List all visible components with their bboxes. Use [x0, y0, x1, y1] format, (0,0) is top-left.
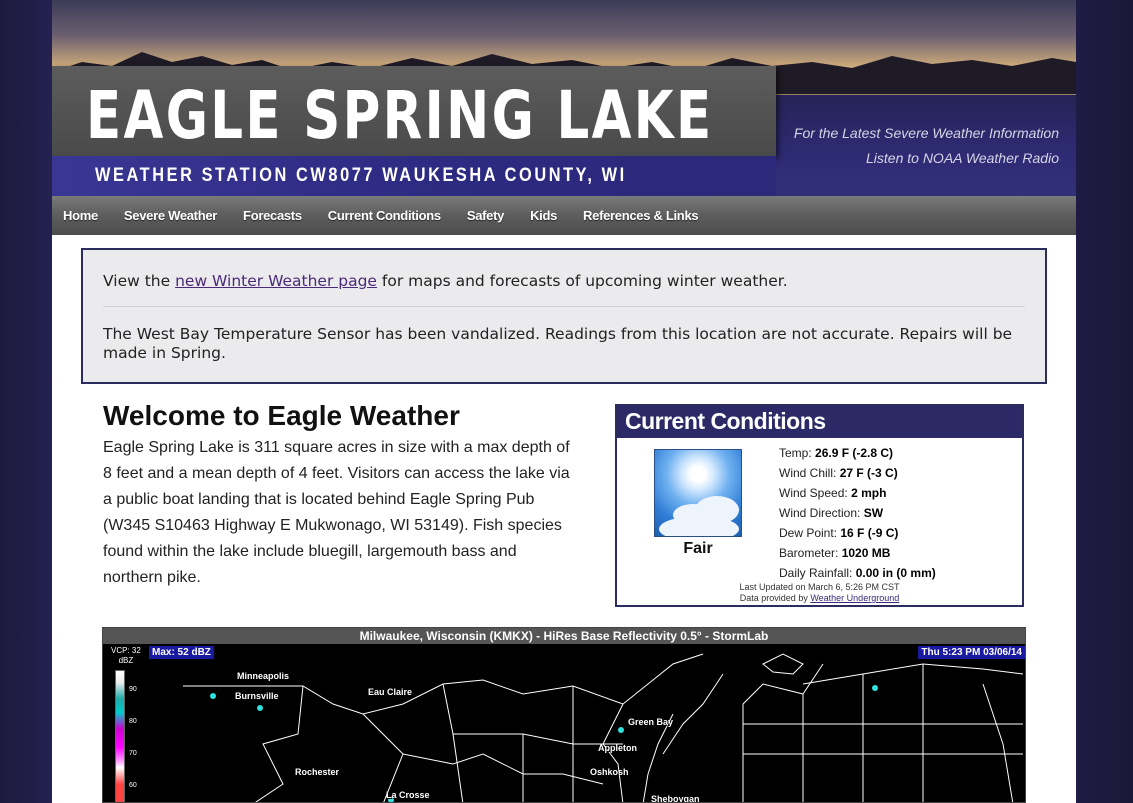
radar-title: Milwaukee, Wisconsin (KMKX) - HiRes Base… — [103, 628, 1025, 644]
radar-image[interactable]: Milwaukee, Wisconsin (KMKX) - HiRes Base… — [102, 627, 1026, 803]
sensor-vandalized-notice: The West Bay Temperature Sensor has been… — [103, 325, 1013, 362]
scale-tick: 80 — [129, 718, 137, 725]
vcp-label: VCP: 32 — [111, 646, 141, 655]
scale-tick: 90 — [129, 686, 137, 693]
provider-prefix: Data provided by — [739, 593, 811, 603]
winter-weather-notice: View the new Winter Weather page for map… — [103, 272, 788, 290]
data-provider: Data provided by Weather Underground — [617, 593, 1022, 604]
dbz-unit: dBZ — [118, 656, 134, 665]
cc-value: 2 mph — [851, 486, 887, 500]
notice-prefix: View the — [103, 272, 176, 290]
radar-timestamp: Thu 5:23 PM 03/06/14 — [918, 646, 1025, 659]
cc-value: 16 F (-9 C) — [840, 526, 899, 540]
city-label: La Crosse — [386, 790, 430, 800]
city-label: Minneapolis — [237, 671, 290, 681]
nav-kids[interactable]: Kids — [530, 208, 557, 223]
site-header: EAGLE SPRING LAKE WEATHER STATION CW8077… — [52, 0, 1076, 196]
nav-severe-weather[interactable]: Severe Weather — [124, 208, 217, 223]
site-subtitle: WEATHER STATION CW8077 WAUKESHA COUNTY, … — [95, 165, 627, 186]
city-label: Oshkosh — [590, 767, 629, 777]
cc-value: SW — [863, 506, 884, 520]
condition-label: Fair — [683, 540, 713, 557]
radar-vcp: VCP: 32 dBZ — [111, 646, 141, 666]
cc-label: Dew Point: — [779, 526, 838, 540]
welcome-title: Welcome to Eagle Weather — [103, 400, 460, 431]
city-label: Green Bay — [628, 717, 674, 727]
notice-suffix: for maps and forecasts of upcoming winte… — [376, 272, 788, 290]
main-nav: Home Severe Weather Forecasts Current Co… — [52, 196, 1076, 235]
noaa-notice: For the Latest Severe Weather Informatio… — [794, 121, 1059, 171]
cc-label: Wind Speed: — [779, 486, 848, 500]
welcome-text: Eagle Spring Lake is 311 square acres in… — [103, 439, 570, 586]
nav-forecasts[interactable]: Forecasts — [243, 208, 302, 223]
noaa-line-2: Listen to NOAA Weather Radio — [866, 150, 1059, 166]
city-label: Rochester — [295, 767, 340, 777]
cc-label: Daily Rainfall: — [779, 566, 853, 580]
scale-tick: 70 — [129, 750, 137, 757]
city-label: Eau Claire — [368, 687, 413, 697]
current-conditions-heading: Current Conditions — [617, 406, 1022, 438]
cc-value: 26.9 F (-2.8 C) — [815, 446, 894, 460]
cc-label: Wind Chill: — [779, 466, 837, 480]
noaa-line-1: For the Latest Severe Weather Informatio… — [793, 125, 1059, 141]
cc-value: 1020 MB — [841, 546, 891, 560]
cc-row-temp: Temp: 26.9 F (-2.8 C) — [779, 443, 936, 463]
scale-tick: 60 — [129, 782, 137, 789]
cc-row-wind-direction: Wind Direction: SW — [779, 503, 936, 523]
cc-value: 0.00 in (0 mm) — [855, 566, 936, 580]
site-title[interactable]: EAGLE SPRING LAKE — [86, 78, 714, 154]
conditions-list: Temp: 26.9 F (-2.8 C) Wind Chill: 27 F (… — [779, 443, 936, 583]
page: EAGLE SPRING LAKE WEATHER STATION CW8077… — [52, 0, 1076, 803]
radar-max-dbz: Max: 52 dBZ — [149, 646, 214, 659]
weather-underground-link[interactable]: Weather Underground — [810, 593, 899, 603]
nav-current-conditions[interactable]: Current Conditions — [328, 208, 441, 223]
notice-divider — [103, 306, 1025, 307]
city-label: Burnsville — [235, 691, 279, 701]
city-label: Appleton — [598, 743, 637, 753]
winter-weather-link[interactable]: new Winter Weather page — [175, 272, 377, 290]
cc-row-daily-rainfall: Daily Rainfall: 0.00 in (0 mm) — [779, 563, 936, 583]
nav-home[interactable]: Home — [63, 208, 98, 223]
city-label: Sheboygan — [651, 794, 700, 803]
nav-references-links[interactable]: References & Links — [583, 208, 699, 223]
cc-row-wind-chill: Wind Chill: 27 F (-3 C) — [779, 463, 936, 483]
current-conditions-panel: Current Conditions Fair Temp: 26.9 F (-2… — [615, 404, 1024, 607]
cc-label: Temp: — [779, 446, 812, 460]
nav-safety[interactable]: Safety — [467, 208, 505, 223]
cc-label: Barometer: — [779, 546, 839, 560]
cc-row-barometer: Barometer: 1020 MB — [779, 543, 936, 563]
last-updated: Last Updated on March 6, 5:26 PM CST — [739, 582, 900, 592]
cc-label: Wind Direction: — [779, 506, 861, 520]
cc-value: 27 F (-3 C) — [839, 466, 898, 480]
conditions-footer: Last Updated on March 6, 5:26 PM CST Dat… — [617, 582, 1022, 604]
cc-row-dew-point: Dew Point: 16 F (-9 C) — [779, 523, 936, 543]
radar-map-lines — [183, 653, 1024, 802]
fair-weather-icon — [654, 449, 742, 537]
dbz-color-scale — [115, 670, 125, 802]
notice-box: View the new Winter Weather page for map… — [81, 248, 1047, 384]
cc-row-wind-speed: Wind Speed: 2 mph — [779, 483, 936, 503]
